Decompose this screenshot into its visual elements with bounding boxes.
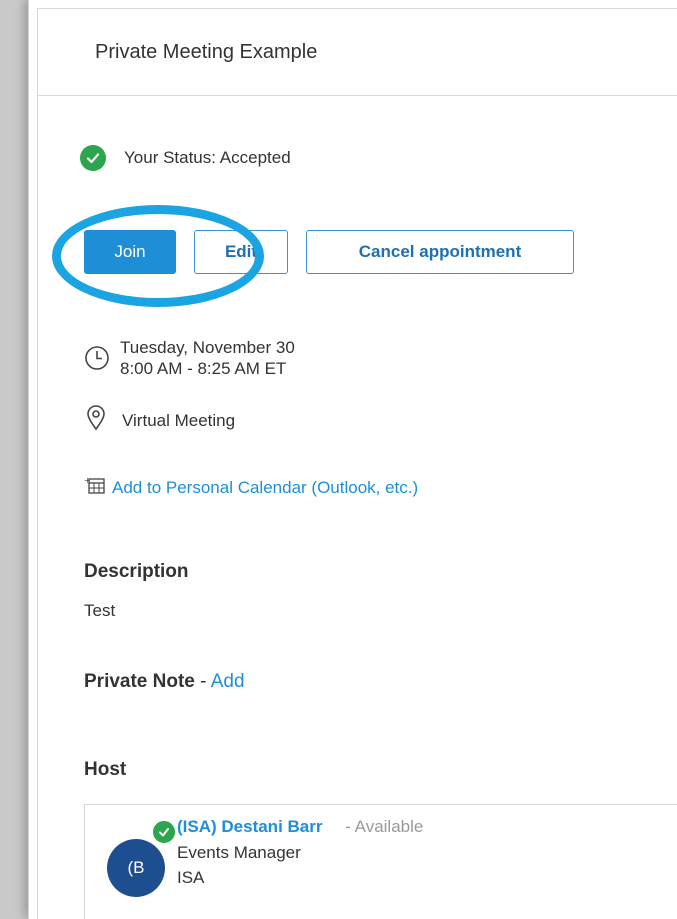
meeting-time-range: 8:00 AM - 8:25 AM ET	[120, 359, 287, 378]
host-heading: Host	[84, 759, 127, 780]
host-card: (B (ISA) Destani Barr - Available Events…	[84, 804, 677, 919]
panel-header: Private Meeting Example	[38, 9, 677, 96]
meeting-panel: Private Meeting Example Your Status: Acc…	[28, 0, 677, 919]
private-note-separator: -	[194, 671, 211, 692]
meeting-time: Tuesday, November 30 8:00 AM - 8:25 AM E…	[84, 337, 295, 379]
host-availability: - Available	[345, 817, 424, 836]
host-name-link[interactable]: (ISA) Destani Barr	[177, 817, 322, 836]
edit-button[interactable]: Edit	[194, 230, 288, 274]
availability-check-icon	[151, 819, 177, 845]
meeting-panel-content: Private Meeting Example Your Status: Acc…	[37, 8, 677, 919]
private-note-row: Private Note - Add	[84, 671, 245, 693]
private-note-heading: Private Note	[84, 671, 195, 692]
meeting-date: Tuesday, November 30	[120, 338, 295, 357]
join-button[interactable]: Join	[84, 230, 176, 274]
meeting-location: Virtual Meeting	[86, 405, 235, 436]
location-pin-icon	[86, 405, 106, 436]
add-private-note-link[interactable]: Add	[211, 671, 245, 692]
calendar-add-icon: +	[84, 475, 106, 500]
location-text: Virtual Meeting	[122, 410, 236, 430]
check-circle-icon	[80, 145, 106, 171]
status-text: Your Status: Accepted	[124, 148, 291, 167]
action-buttons: Join Edit Cancel appointment	[84, 230, 574, 274]
host-org: ISA	[177, 868, 205, 887]
add-to-calendar[interactable]: + Add to Personal Calendar (Outlook, etc…	[84, 475, 418, 500]
cancel-appointment-button[interactable]: Cancel appointment	[306, 230, 574, 274]
avatar: (B	[107, 839, 165, 897]
host-role: Events Manager	[177, 843, 301, 862]
clock-icon	[84, 337, 110, 376]
description-text: Test	[84, 601, 116, 620]
description-heading: Description	[84, 561, 189, 582]
add-to-calendar-link[interactable]: Add to Personal Calendar (Outlook, etc.)	[112, 478, 418, 498]
page-title: Private Meeting Example	[95, 40, 318, 63]
status-row: Your Status: Accepted	[80, 145, 291, 171]
